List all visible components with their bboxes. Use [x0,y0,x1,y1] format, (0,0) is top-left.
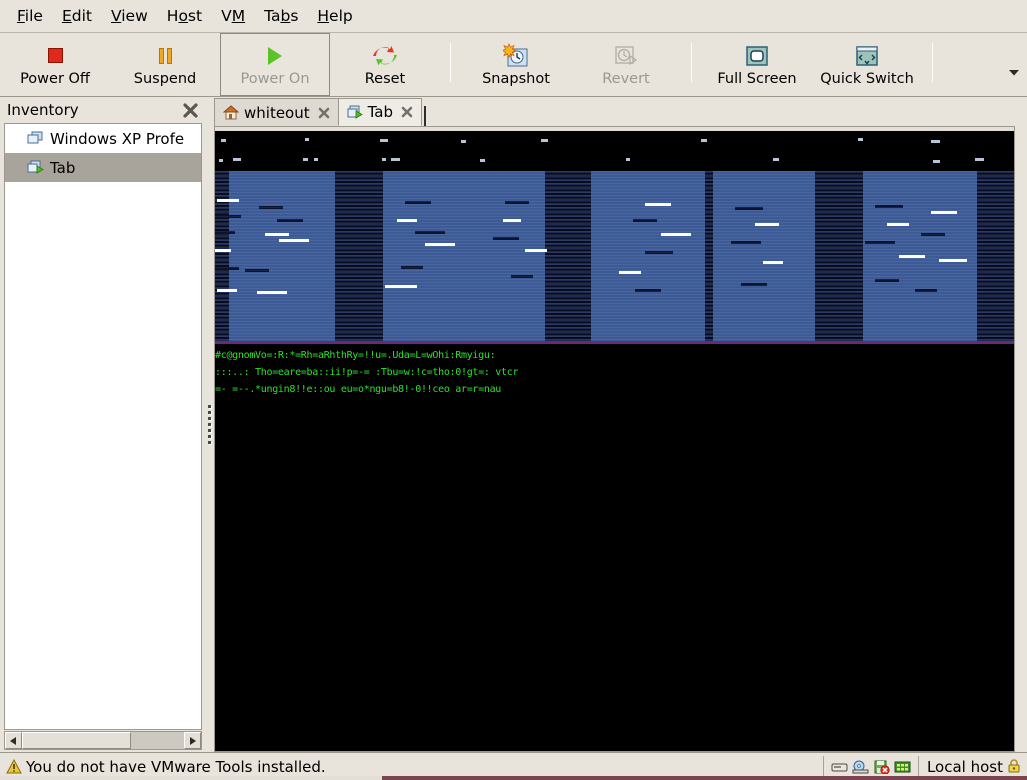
revert-clock-icon [611,43,641,69]
inventory-sidebar: Inventory Windows XP Profe Tab [0,97,204,752]
inventory-list[interactable]: Windows XP Profe Tab [4,123,202,730]
toolbar-separator-3 [932,43,933,82]
lock-icon [1007,759,1021,774]
inventory-header: Inventory [0,97,204,123]
quick-switch-label: Quick Switch [820,70,914,87]
inventory-horizontal-scrollbar[interactable] [4,731,202,750]
strip-right [382,776,1027,780]
toolbar: Power Off Suspend Power On Reset Snapsho… [0,33,1027,97]
arrow-right-icon[interactable] [184,732,201,749]
close-icon[interactable] [400,105,414,119]
screen-dark-column [705,171,713,343]
hard-disk-icon[interactable] [831,759,848,774]
vm-running-icon [27,160,44,175]
warning-triangle-icon [6,758,22,774]
sidebar-item-tab[interactable]: Tab [5,153,201,182]
screen-noise-top [215,131,1014,171]
status-device-icons [822,755,919,778]
menu-file[interactable]: File [8,4,53,28]
scrollbar-thumb[interactable] [22,732,131,749]
reset-label: Reset [364,70,406,87]
network-icon[interactable] [894,759,911,774]
menu-view[interactable]: View [102,4,158,28]
snapshot-button[interactable]: Snapshot [461,33,571,96]
play-triangle-icon [260,43,290,69]
screen-garbled-text: #c@gnomVo=:R:*=Rh=aRhthRy=!!u=.Uda=L=wOh… [215,344,1014,406]
arrow-left-icon[interactable] [5,732,22,749]
sidebar-item-label: Windows XP Profe [50,129,185,148]
chevron-down-icon [1008,62,1020,81]
screen-dark-column [215,171,229,343]
menu-tabs[interactable]: Tabs [255,4,308,28]
toolbar-overflow-button[interactable] [1001,33,1027,96]
reset-button[interactable]: Reset [330,33,440,96]
quick-switch-button[interactable]: Quick Switch [812,33,922,96]
revert-label: Revert [602,70,650,87]
main-area: Inventory Windows XP Profe Tab whiteout … [0,97,1027,752]
tab-whiteout[interactable]: whiteout [214,98,339,126]
suspend-button[interactable]: Suspend [110,33,220,96]
menu-vm[interactable]: VM [212,4,255,28]
garbled-line: #c@gnomVo=:R:*=Rh=aRhthRy=!!u=.Uda=L=wOh… [215,350,496,361]
power-off-button[interactable]: Power Off [0,33,110,96]
power-on-label: Power On [240,70,310,87]
fullscreen-icon [742,43,772,69]
vm-running-icon [347,105,363,120]
vm-console-frame[interactable]: #c@gnomVo=:R:*=Rh=aRhthRy=!!u=.Uda=L=wOh… [214,127,1015,752]
tab-vm[interactable]: Tab [337,98,423,126]
full-screen-button[interactable]: Full Screen [702,33,812,96]
home-icon [222,105,240,120]
screen-dark-column [545,171,591,343]
suspend-label: Suspend [133,70,197,87]
sidebar-item-label: Tab [50,158,76,177]
tab-label: whiteout [244,103,310,122]
vmware-workstation-window: File Edit View Host VM Tabs Help Power O… [0,0,1027,780]
menu-host[interactable]: Host [158,4,212,28]
quick-switch-icon [852,43,882,69]
console-panel: whiteout Tab #c@gnomVo=:R:*=Rh=aRhthRy=!… [214,97,1027,752]
status-message: You do not have VMware Tools installed. [26,757,326,776]
full-screen-label: Full Screen [717,70,797,87]
menu-bar: File Edit View Host VM Tabs Help [0,0,1027,33]
screen-dark-column [815,171,863,343]
screen-blue-band [215,171,1014,343]
strip-left [0,776,382,780]
host-label: Local host [926,757,1003,776]
vm-icon [27,131,44,146]
screen-dark-column [977,171,1014,343]
inventory-title: Inventory [7,101,79,119]
toolbar-separator-2 [691,43,692,82]
menu-help[interactable]: Help [308,4,362,28]
snapshot-clock-icon [501,43,531,69]
tab-insertion-caret [424,106,427,126]
scrollbar-track[interactable] [22,732,184,749]
tab-strip: whiteout Tab [214,97,1015,127]
snapshot-label: Snapshot [482,70,550,87]
tab-label: Tab [367,103,394,121]
stop-square-icon [40,43,70,69]
toolbar-separator-1 [450,43,451,82]
floppy-disconnected-icon[interactable] [873,759,890,775]
pause-bars-icon [150,43,180,69]
vm-guest-screen[interactable]: #c@gnomVo=:R:*=Rh=aRhthRy=!!u=.Uda=L=wOh… [215,127,1014,751]
revert-button[interactable]: Revert [571,33,681,96]
reset-arrows-icon [370,43,400,69]
splitter-grip [207,405,211,444]
menu-edit[interactable]: Edit [53,4,102,28]
close-icon[interactable] [317,106,331,120]
garbled-line: :::..: Tho=eare=ba::ii!p=-= :Tbu=w:!c=th… [215,367,519,378]
sidebar-splitter[interactable] [204,97,214,752]
garbled-line: =- =--.*ungin8!!e::ou eu=o*ngu=b8!-0!!ce… [215,384,502,395]
background-window-strip [0,776,1027,780]
sidebar-item-windows-xp[interactable]: Windows XP Profe [5,124,201,153]
cdrom-icon[interactable] [852,759,869,774]
host-indicator[interactable]: Local host [919,758,1027,776]
power-on-button[interactable]: Power On [220,33,330,96]
screen-dark-column [335,171,383,343]
power-off-label: Power Off [20,70,90,87]
close-icon[interactable] [182,102,199,119]
